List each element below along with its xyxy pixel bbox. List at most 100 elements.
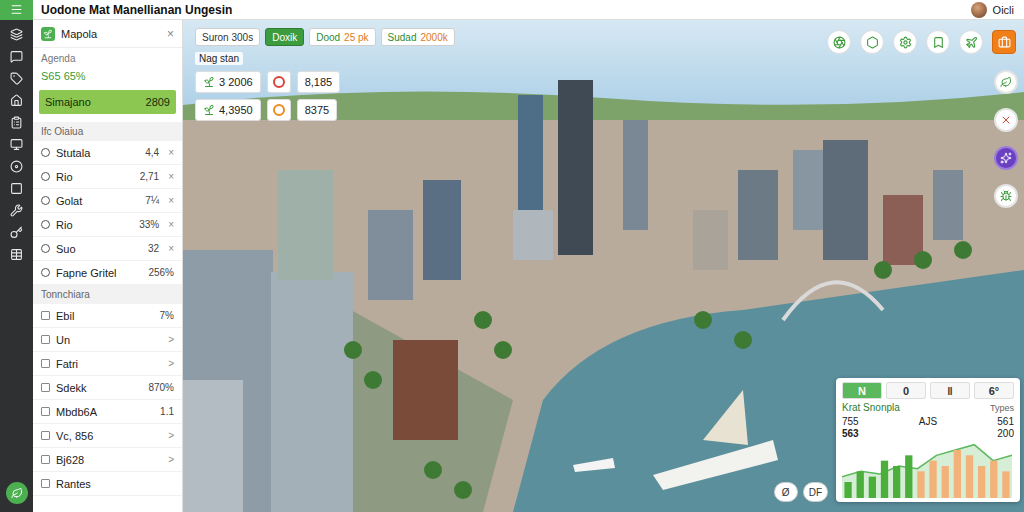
avatar-icon[interactable] bbox=[971, 2, 987, 18]
filter-pill[interactable]: Sudad2000k bbox=[381, 28, 455, 46]
user-name[interactable]: Oicli bbox=[993, 4, 1014, 16]
stat-card[interactable]: 8375 bbox=[297, 99, 337, 121]
map-controls: ØDF bbox=[774, 482, 828, 502]
checkbox[interactable] bbox=[41, 455, 50, 464]
filter-pill[interactable]: Doxik bbox=[265, 28, 304, 46]
side-tool-button[interactable] bbox=[994, 146, 1018, 170]
rail-icon[interactable] bbox=[10, 28, 23, 41]
stat-card[interactable]: 3 2006 bbox=[195, 71, 261, 93]
checkbox[interactable] bbox=[41, 383, 50, 392]
chart-tab[interactable]: 0 bbox=[886, 382, 926, 399]
tool-icon[interactable] bbox=[866, 36, 879, 49]
tool-button[interactable] bbox=[959, 30, 983, 54]
close-button[interactable]: × bbox=[167, 27, 174, 41]
tool-icon[interactable] bbox=[932, 36, 945, 49]
panel-item[interactable]: Sdekk870% bbox=[33, 376, 182, 400]
rail-action-button[interactable] bbox=[6, 482, 28, 504]
chart-bar bbox=[893, 466, 900, 498]
tool-icon[interactable] bbox=[965, 36, 978, 49]
tool-icon[interactable] bbox=[899, 36, 912, 49]
side-tool-icon[interactable] bbox=[1000, 152, 1012, 164]
radio-button[interactable] bbox=[41, 244, 50, 253]
radio-button[interactable] bbox=[41, 268, 50, 277]
chart-bar bbox=[966, 455, 973, 498]
chart-bar bbox=[857, 471, 864, 498]
panel-item[interactable]: Bj628> bbox=[33, 448, 182, 472]
checkbox[interactable] bbox=[41, 479, 50, 488]
window-title: Uodone Mat Manellianan Ungesin bbox=[41, 3, 232, 17]
rail-icon[interactable] bbox=[10, 248, 23, 261]
highlight-row[interactable]: Simajano2809 bbox=[39, 90, 176, 114]
map-control-button[interactable]: Ø bbox=[774, 482, 798, 502]
tool-button[interactable] bbox=[992, 30, 1016, 54]
panel-item[interactable]: Suo32× bbox=[33, 237, 182, 261]
radio-button[interactable] bbox=[41, 196, 50, 205]
panel-item[interactable]: Golat7¼× bbox=[33, 189, 182, 213]
menu-icon[interactable] bbox=[10, 3, 23, 16]
checkbox[interactable] bbox=[41, 335, 50, 344]
tool-button[interactable] bbox=[893, 30, 917, 54]
side-tool-button[interactable] bbox=[994, 108, 1018, 132]
section-header: Tonnchiara bbox=[33, 285, 182, 304]
side-tool-button[interactable] bbox=[994, 70, 1018, 94]
chart-tab[interactable]: ‖ bbox=[930, 382, 970, 399]
chart-bar bbox=[844, 482, 851, 498]
panel-item[interactable]: Ebil7% bbox=[33, 304, 182, 328]
stat-card[interactable]: 4,3950 bbox=[195, 99, 261, 121]
tool-icon[interactable] bbox=[833, 36, 846, 49]
rail-icon[interactable] bbox=[10, 94, 23, 107]
panel-item[interactable]: Fapne Gritel256% bbox=[33, 261, 182, 285]
map-toolbar bbox=[827, 30, 1016, 54]
leaf-icon[interactable] bbox=[11, 487, 23, 499]
stat-card[interactable]: 8,185 bbox=[297, 71, 341, 93]
tool-button[interactable] bbox=[860, 30, 884, 54]
radio-button[interactable] bbox=[41, 172, 50, 181]
chart-title-row: Krat SnonplaTypes bbox=[842, 402, 1014, 413]
filter-pill[interactable]: Suron 300s bbox=[195, 28, 260, 46]
rail-icon[interactable] bbox=[10, 160, 23, 173]
tool-button[interactable] bbox=[827, 30, 851, 54]
alert-card[interactable] bbox=[267, 71, 291, 93]
checkbox[interactable] bbox=[41, 359, 50, 368]
user-box[interactable]: Oicli bbox=[971, 2, 1014, 18]
panel-item[interactable]: Vc, 856> bbox=[33, 424, 182, 448]
chart-tab[interactable]: N bbox=[842, 382, 882, 399]
side-tool-button[interactable] bbox=[994, 184, 1018, 208]
chart-tab[interactable]: 6° bbox=[974, 382, 1014, 399]
rail-icon[interactable] bbox=[10, 138, 23, 151]
panel-item[interactable]: Fatri> bbox=[33, 352, 182, 376]
alert-icon bbox=[273, 104, 285, 116]
panel-item[interactable]: Un> bbox=[33, 328, 182, 352]
panel-item[interactable]: Mbdb6A1.1 bbox=[33, 400, 182, 424]
filter-pill[interactable]: Dood25 pk bbox=[309, 28, 375, 46]
growth-icon bbox=[203, 76, 215, 88]
map-control-button[interactable]: DF bbox=[803, 482, 828, 502]
alert-card[interactable] bbox=[267, 99, 291, 121]
radio-button[interactable] bbox=[41, 148, 50, 157]
checkbox[interactable] bbox=[41, 431, 50, 440]
rail-icon[interactable] bbox=[10, 204, 23, 217]
rail-icon[interactable] bbox=[10, 72, 23, 85]
icon-rail bbox=[0, 20, 33, 512]
radio-button[interactable] bbox=[41, 220, 50, 229]
map-view[interactable]: Suron 300s Doxik Dood25 pk Sudad2000k Nag st… bbox=[183, 20, 1024, 512]
panel-item[interactable]: Stutala4,4× bbox=[33, 141, 182, 165]
menu-button[interactable] bbox=[0, 0, 33, 20]
panel-item[interactable]: Rio2,71× bbox=[33, 165, 182, 189]
rail-icon[interactable] bbox=[10, 182, 23, 195]
rail-icon[interactable] bbox=[10, 50, 23, 63]
side-tool-icon[interactable] bbox=[1000, 114, 1012, 126]
side-tool-icon[interactable] bbox=[1000, 76, 1012, 88]
side-tool-icon[interactable] bbox=[1000, 190, 1012, 202]
checkbox[interactable] bbox=[41, 407, 50, 416]
map-subtitle: Nag stan bbox=[195, 52, 243, 65]
rail-icon[interactable] bbox=[10, 116, 23, 129]
tool-icon[interactable] bbox=[998, 36, 1011, 49]
panel-item[interactable]: Rio33%× bbox=[33, 213, 182, 237]
rail-icon[interactable] bbox=[10, 226, 23, 239]
stats: 3 2006 8,185 4,3950 8375 bbox=[195, 71, 455, 121]
growth-icon bbox=[203, 104, 215, 116]
panel-item[interactable]: Rantes bbox=[33, 472, 182, 496]
checkbox[interactable] bbox=[41, 311, 50, 320]
tool-button[interactable] bbox=[926, 30, 950, 54]
